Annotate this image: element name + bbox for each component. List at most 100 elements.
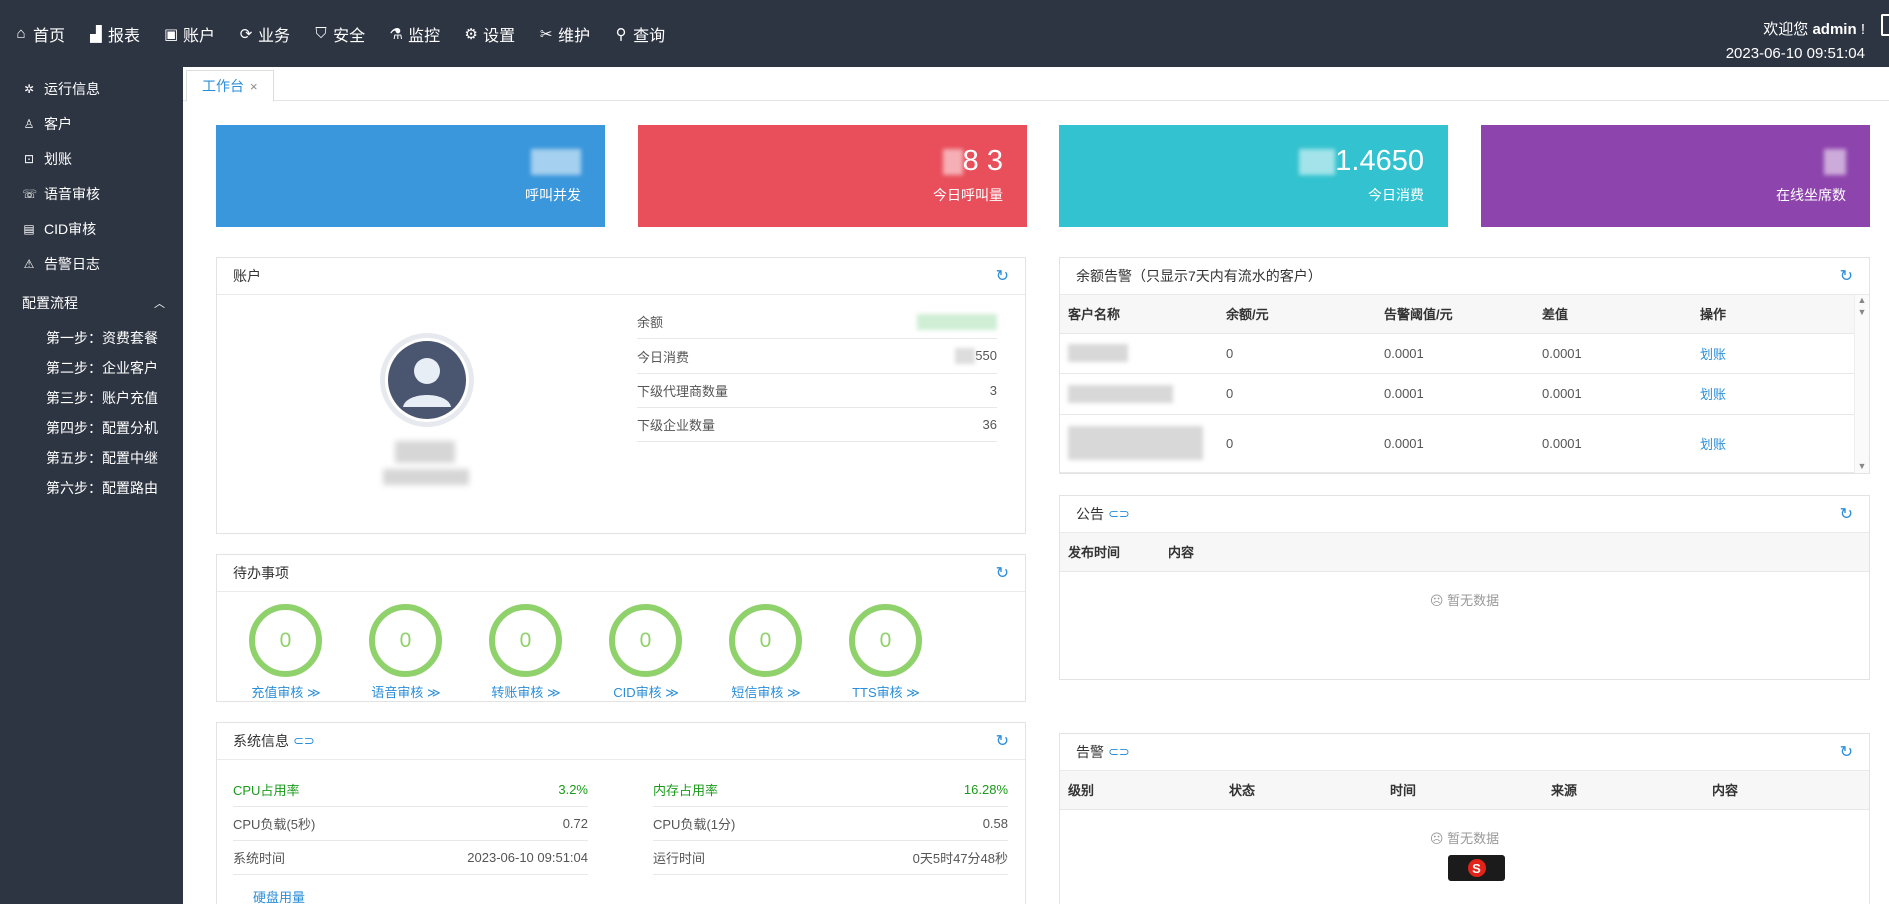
nav-home[interactable]: ⌂ 首页 bbox=[13, 22, 65, 46]
balance-table: 客户名称 余额/元 告警阈值/元 差值 操作 0 0.0001 0.0001 划… bbox=[1060, 295, 1854, 473]
logout-icon[interactable] bbox=[1881, 14, 1889, 36]
refresh-icon[interactable]: ↻ bbox=[1840, 266, 1853, 286]
sidebar-step-6[interactable]: 第六步：配置路由 bbox=[0, 473, 183, 503]
nav-report[interactable]: ▟ 报表 bbox=[88, 22, 140, 46]
notice-panel: 公告 ⊂⊃ ↻ 发布时间 内容 ☹ 暂无数据 bbox=[1059, 495, 1870, 680]
sidebar-step-4[interactable]: 第四步：配置分机 bbox=[0, 413, 183, 443]
sidebar-item-runinfo[interactable]: ✲ 运行信息 bbox=[0, 71, 183, 106]
row-label: 内存占用率 bbox=[653, 783, 719, 798]
todo-link-recharge[interactable]: 充值审核 ≫ bbox=[231, 682, 341, 701]
transfer-link[interactable]: 划账 bbox=[1700, 347, 1726, 362]
table-header-row: 级别 状态 时间 来源 内容 bbox=[1060, 771, 1869, 810]
transfer-link[interactable]: 划账 bbox=[1700, 437, 1726, 452]
monitor-icon: ⚗ bbox=[389, 25, 403, 43]
refresh-icon[interactable]: ↻ bbox=[996, 731, 1009, 751]
threshold-cell: 0.0001 bbox=[1376, 373, 1534, 415]
stat-value: 8 3 bbox=[638, 145, 1003, 179]
empty-text: 暂无数据 bbox=[1447, 592, 1500, 608]
sysinfo-row: CPU负载(5秒) 0.72 bbox=[233, 807, 588, 841]
link-icon[interactable]: ⊂⊃ bbox=[293, 733, 315, 749]
transfer-link[interactable]: 划账 bbox=[1700, 387, 1726, 402]
table-header-row: 发布时间 内容 bbox=[1060, 533, 1869, 572]
todo-link-tts[interactable]: TTS审核 ≫ bbox=[831, 682, 941, 701]
col-header: 来源 bbox=[1543, 771, 1704, 810]
panel-title: 系统信息 bbox=[233, 733, 289, 749]
sidebar-group-config-flow[interactable]: 配置流程 ︿ bbox=[0, 283, 183, 323]
sysinfo-row: 系统时间 2023-06-10 09:51:04 bbox=[233, 841, 588, 875]
todo-link-voice[interactable]: 语音审核 ≫ bbox=[351, 682, 461, 701]
sidebar-item-alarm-log[interactable]: ⚠ 告警日志 bbox=[0, 246, 183, 281]
scroll-down-arrow-bottom[interactable]: ▼ bbox=[1855, 461, 1869, 471]
col-header: 内容 bbox=[1704, 771, 1869, 810]
account-panel: 账户 ↻ 余额 今日消费 550 下级代理商数量 3 下级企业数量 36 bbox=[216, 257, 1026, 534]
refresh-icon[interactable]: ↻ bbox=[996, 563, 1009, 583]
sidebar-step-1[interactable]: 第一步：资费套餐 bbox=[0, 323, 183, 353]
sidebar-item-voice-audit[interactable]: ☏ 语音审核 bbox=[0, 176, 183, 211]
nav-label: 监控 bbox=[408, 27, 441, 45]
input-method-icon[interactable]: S bbox=[1448, 855, 1505, 881]
row-value: 0.72 bbox=[562, 816, 588, 831]
todo-link-transfer[interactable]: 转账审核 ≫ bbox=[471, 682, 581, 701]
refresh-icon[interactable]: ↻ bbox=[1840, 504, 1853, 524]
todo-link-cid[interactable]: CID审核 ≫ bbox=[591, 682, 701, 701]
row-label: CPU占用率 bbox=[233, 783, 300, 798]
notice-table: 发布时间 内容 bbox=[1060, 533, 1869, 572]
scroll-up-arrow[interactable]: ▲ bbox=[1855, 295, 1869, 305]
user-avatar-icon bbox=[388, 341, 466, 419]
nav-label: 设置 bbox=[483, 27, 516, 45]
table-row: 0 0.0001 0.0001 划账 bbox=[1060, 333, 1854, 374]
sysinfo-row: CPU占用率 3.2% bbox=[233, 773, 588, 807]
sidebar-item-customer[interactable]: ♙ 客户 bbox=[0, 106, 183, 141]
refresh-icon[interactable]: ↻ bbox=[996, 266, 1009, 286]
nav-business[interactable]: ⟳ 业务 bbox=[238, 22, 290, 46]
col-header: 状态 bbox=[1221, 771, 1382, 810]
sidebar-item-cid-audit[interactable]: ▤ CID审核 bbox=[0, 211, 183, 246]
account-icon: ▣ bbox=[163, 25, 179, 43]
nav-label: 安全 bbox=[333, 27, 366, 45]
nav-monitor[interactable]: ⚗ 监控 bbox=[388, 22, 440, 46]
nav-maintain[interactable]: ✂ 维护 bbox=[538, 22, 590, 46]
nav-query[interactable]: ⚲ 查询 bbox=[613, 22, 666, 46]
transfer-icon: ⊡ bbox=[23, 151, 35, 166]
customer-name bbox=[1060, 414, 1218, 473]
main-menu: ⌂ 首页 ▟ 报表 ▣ 账户 ⟳ 业务 ⛉ 安全 ⚗ 监控 ⚙ 设置 ✂ 维护 ⚲ 查询 bbox=[0, 0, 675, 67]
nav-account[interactable]: ▣ 账户 bbox=[163, 22, 215, 46]
account-info-list: 余额 今日消费 550 下级代理商数量 3 下级企业数量 36 bbox=[637, 305, 997, 442]
todo-link-sms[interactable]: 短信审核 ≫ bbox=[711, 682, 821, 701]
panel-title: 账户 bbox=[233, 268, 261, 284]
scroll-down-arrow[interactable]: ▼ bbox=[1855, 307, 1869, 317]
sysinfo-row: 内存占用率 16.28% bbox=[653, 773, 1008, 807]
tab-workbench[interactable]: 工作台 × bbox=[186, 70, 274, 102]
stat-label: 在线坐席数 bbox=[1776, 187, 1846, 203]
stat-card-call-concurrency: 呼叫并发 bbox=[216, 125, 605, 227]
link-icon[interactable]: ⊂⊃ bbox=[1108, 744, 1130, 760]
refresh-icon[interactable]: ↻ bbox=[1840, 742, 1853, 762]
sidebar-step-2[interactable]: 第二步：企业客户 bbox=[0, 353, 183, 383]
row-label: 系统时间 bbox=[233, 851, 286, 866]
sidebar-item-transfer[interactable]: ⊡ 划账 bbox=[0, 141, 183, 176]
table-row: 0 0.0001 0.0001 划账 bbox=[1060, 373, 1854, 415]
stat-value bbox=[216, 145, 581, 179]
sidebar-step-3[interactable]: 第三步：账户充值 bbox=[0, 383, 183, 413]
empty-text: 暂无数据 bbox=[1447, 830, 1500, 846]
close-icon[interactable]: × bbox=[250, 79, 258, 94]
user-welcome: 欢迎您 admin ! 2023-06-10 09:51:04 bbox=[1726, 18, 1865, 66]
panel-title: 待办事项 bbox=[233, 565, 289, 581]
shield-icon: ⛉ bbox=[315, 25, 327, 42]
panel-header: 告警 ⊂⊃ ↻ bbox=[1060, 734, 1869, 771]
row-value: 0.58 bbox=[982, 816, 1008, 831]
link-icon[interactable]: ⊂⊃ bbox=[1108, 506, 1130, 522]
sidebar-step-5[interactable]: 第五步：配置中继 bbox=[0, 443, 183, 473]
panel-title: 余额告警（只显示7天内有流水的客户） bbox=[1076, 268, 1322, 284]
chevron-up-icon: ︿ bbox=[154, 298, 165, 310]
panel-title: 公告 bbox=[1076, 506, 1104, 522]
customer-name bbox=[1060, 373, 1218, 415]
disk-usage-link[interactable]: 硬盘用量 bbox=[253, 887, 305, 904]
ime-logo-icon: S bbox=[1467, 859, 1486, 877]
vertical-scrollbar[interactable]: ▲ ▼ ▼ bbox=[1854, 295, 1869, 473]
account-row: 余额 bbox=[637, 305, 997, 339]
sysinfo-left: CPU占用率 3.2% CPU负载(5秒) 0.72 系统时间 2023-06-10 … bbox=[233, 773, 588, 875]
welcome-line[interactable]: 欢迎您 admin ! bbox=[1726, 18, 1865, 42]
nav-security[interactable]: ⛉ 安全 bbox=[313, 22, 365, 46]
nav-settings[interactable]: ⚙ 设置 bbox=[463, 22, 515, 46]
